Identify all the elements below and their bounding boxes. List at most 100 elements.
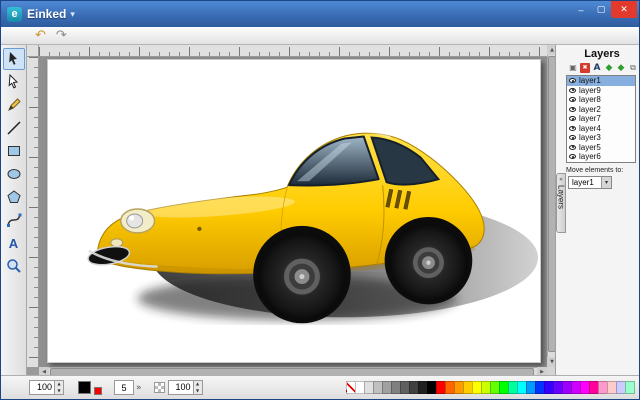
layer-visibility-icon[interactable] <box>569 97 576 103</box>
undo-icon[interactable]: ↶ <box>35 29 46 42</box>
layer-row[interactable]: layer8 <box>567 95 635 105</box>
tool-zoom[interactable] <box>3 255 25 277</box>
color-palette <box>346 381 635 394</box>
fill-color-swatch[interactable] <box>78 381 91 394</box>
text-tool-icon: A <box>8 235 19 251</box>
tool-path[interactable] <box>3 209 25 231</box>
car-turn-signal <box>110 238 124 248</box>
tool-line[interactable] <box>3 117 25 139</box>
tool-ellipse[interactable] <box>3 163 25 185</box>
tool-pencil[interactable] <box>3 94 25 116</box>
car-fender-vents <box>385 188 412 210</box>
layer-visibility-icon[interactable] <box>569 78 576 84</box>
zoom-control[interactable]: 100 ▲ ▼ <box>29 380 64 395</box>
tool-select[interactable] <box>2 48 25 70</box>
merge-layer-icon[interactable]: ⧉ <box>628 63 638 73</box>
titlebar[interactable]: e Einked ▾ – ▢ ✕ <box>1 1 639 27</box>
layer-visibility-icon[interactable] <box>569 144 576 150</box>
layer-name: layer8 <box>579 95 601 105</box>
layer-row[interactable]: layer7 <box>567 114 635 124</box>
layer-name: layer5 <box>579 142 601 152</box>
opacity-steppers[interactable]: ▲ ▼ <box>192 381 202 394</box>
workspace[interactable] <box>39 57 547 367</box>
layer-buttons-row: ▣ ✖ A ◆ ◆ ⧉ <box>568 62 638 73</box>
move-elements-label: Move elements to: <box>566 167 624 174</box>
layer-name: layer2 <box>579 104 601 114</box>
ellipse-icon <box>7 169 20 179</box>
status-bar: 100 ▲ ▼ 5 » 100 ▲ ▼ <box>1 375 639 399</box>
stroke-color-swatch[interactable] <box>94 386 102 395</box>
maximize-button[interactable]: ▢ <box>591 1 611 18</box>
stroke-options-icon[interactable]: » <box>136 383 142 393</box>
layer-row[interactable]: layer6 <box>567 152 635 162</box>
layer-name: layer7 <box>579 114 601 124</box>
layer-visibility-icon[interactable] <box>569 116 576 122</box>
select-cursor-icon <box>8 52 17 65</box>
title-menu-caret-icon[interactable]: ▾ <box>70 9 75 20</box>
layer-name: layer1 <box>579 76 601 86</box>
layer-row[interactable]: layer1 <box>567 76 635 86</box>
zoom-steppers[interactable]: ▲ ▼ <box>54 381 63 394</box>
layer-row[interactable]: layer2 <box>567 105 635 115</box>
rename-layer-icon[interactable]: A <box>592 63 602 73</box>
ruler-corner <box>27 45 39 57</box>
layers-panel-title: Layers <box>584 48 620 60</box>
opacity-control[interactable]: 100 ▲ ▼ <box>167 380 203 395</box>
app-icon: e <box>7 6 22 22</box>
node-editor-icon <box>8 74 18 89</box>
main-region: A ▲ ▼ ◀ ▶ Layers ▣ ✖ A ◆ ◆ ⧉ layer1 laye… <box>1 45 639 377</box>
layer-list: layer1 layer9 layer8 layer2 layer7 layer4 laye… <box>566 75 636 163</box>
move-target-value: layer1 <box>572 178 594 187</box>
window-controls: – ▢ ✕ <box>571 1 639 27</box>
zoom-input[interactable]: 100 <box>30 381 54 394</box>
tool-rect[interactable] <box>3 140 25 162</box>
path-curve-icon <box>6 214 21 226</box>
layer-name: layer9 <box>579 85 601 95</box>
collapse-panel-icon: « <box>559 176 563 183</box>
select-caret-icon[interactable]: ▾ <box>601 177 611 188</box>
car-emblem <box>197 226 202 232</box>
layer-visibility-icon[interactable] <box>569 87 576 93</box>
layer-name: layer4 <box>579 123 601 133</box>
layers-panel: Layers ▣ ✖ A ◆ ◆ ⧉ layer1 layer9 layer8 lay… <box>555 45 639 377</box>
layer-name: layer3 <box>579 133 601 143</box>
layer-row[interactable]: layer9 <box>567 86 635 96</box>
redo-icon[interactable]: ↷ <box>56 29 67 42</box>
tool-polygon[interactable] <box>3 186 25 208</box>
opacity-input[interactable]: 100 <box>169 381 193 394</box>
layers-panel-tab[interactable]: « Layers <box>556 173 566 233</box>
move-target-select[interactable]: layer1 ▾ <box>568 176 612 189</box>
delete-layer-icon[interactable]: ✖ <box>580 62 590 73</box>
minimize-button[interactable]: – <box>571 1 591 18</box>
tool-palette: A <box>1 45 27 377</box>
stroke-width-input[interactable]: 5 <box>114 380 134 395</box>
tool-text[interactable]: A <box>3 232 25 254</box>
layer-visibility-icon[interactable] <box>569 135 576 141</box>
zoom-magnifier-icon <box>6 259 21 273</box>
canvas-page[interactable] <box>47 59 541 363</box>
layer-visibility-icon[interactable] <box>569 154 576 160</box>
window-title: Einked <box>27 7 67 21</box>
move-layer-down-icon[interactable]: ◆ <box>616 63 626 73</box>
layer-row[interactable]: layer3 <box>567 133 635 143</box>
vertical-ruler <box>27 57 39 367</box>
opacity-down-icon: ▼ <box>195 387 200 393</box>
horizontal-ruler <box>39 45 547 57</box>
move-layer-up-icon[interactable]: ◆ <box>604 63 614 73</box>
tool-node[interactable] <box>3 71 25 93</box>
app-window: e Einked ▾ – ▢ ✕ ↶ ↷ A ▲ ▼ ◀ ▶ Layers ▣ … <box>0 0 640 400</box>
layer-row[interactable]: layer4 <box>567 124 635 134</box>
opacity-icon <box>153 382 165 393</box>
close-button[interactable]: ✕ <box>611 1 637 18</box>
new-layer-icon[interactable]: ▣ <box>568 63 578 73</box>
layer-row[interactable]: layer5 <box>567 143 635 153</box>
polygon-icon <box>6 190 21 203</box>
layer-name: layer6 <box>579 152 601 162</box>
canvas-area: ▲ ▼ ◀ ▶ <box>27 45 557 377</box>
palette-swatch[interactable] <box>625 381 635 394</box>
rectangle-icon <box>7 146 20 156</box>
layer-visibility-icon[interactable] <box>569 106 576 112</box>
top-toolbar: ↶ ↷ <box>1 27 639 45</box>
zoom-down-icon: ▼ <box>57 387 61 393</box>
layer-visibility-icon[interactable] <box>569 125 576 131</box>
